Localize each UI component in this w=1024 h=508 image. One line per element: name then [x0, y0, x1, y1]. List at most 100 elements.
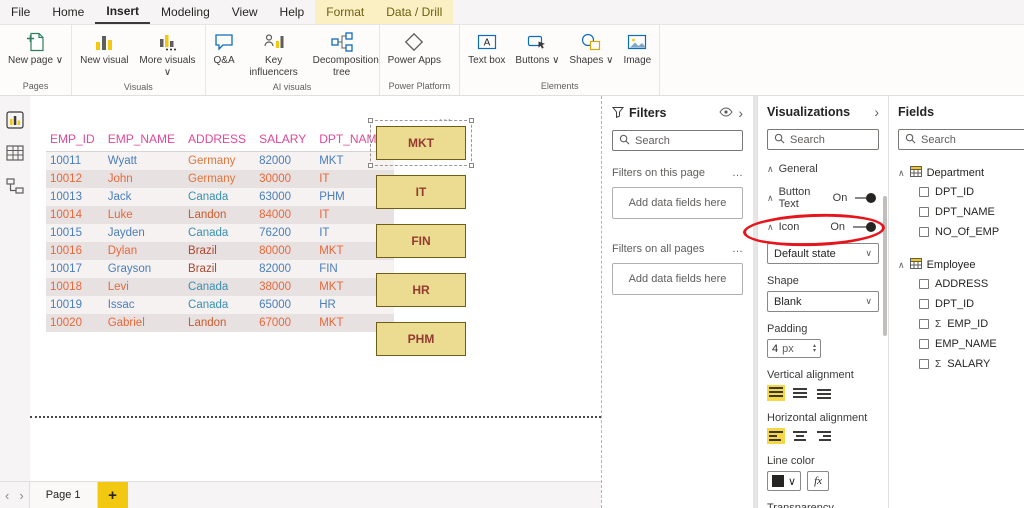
canvas-button-phm[interactable]: PHM: [376, 322, 466, 356]
fields-search-input[interactable]: [921, 133, 1024, 146]
ribbon-button-buttons[interactable]: Buttons ∨: [512, 29, 562, 69]
more-options-icon[interactable]: …: [732, 167, 743, 179]
ribbon-button-new-visual[interactable]: New visual: [77, 29, 131, 69]
add-fields-dropzone[interactable]: Add data fields here: [612, 187, 743, 219]
ribbon-button-decomposition-tree[interactable]: Decomposition tree: [310, 29, 379, 80]
add-fields-dropzone[interactable]: Add data fields here: [612, 263, 743, 295]
menu-tab-view[interactable]: View: [221, 0, 269, 24]
canvas-button-hr[interactable]: HR: [376, 273, 466, 307]
field-checkbox[interactable]: [919, 207, 929, 217]
padding-stepper[interactable]: 4 px ▴ ▾: [767, 339, 821, 358]
stepper-arrows-icon[interactable]: ▴ ▾: [813, 343, 816, 354]
ribbon-button-key-influencers[interactable]: Key influencers: [242, 29, 306, 80]
field-item-emp-id[interactable]: Σ EMP_ID: [898, 314, 1024, 334]
canvas-button-mkt[interactable]: MKT: [376, 126, 466, 160]
selection-handle[interactable]: [469, 118, 474, 123]
visualizations-search-input[interactable]: [790, 133, 872, 146]
field-item-salary[interactable]: Σ SALARY: [898, 354, 1024, 374]
button-visual-wrapper: HR: [376, 273, 466, 307]
menu-tab-format[interactable]: Format: [315, 0, 376, 24]
conditional-formatting-button[interactable]: fx: [807, 471, 830, 491]
canvas-button-fin[interactable]: FIN: [376, 224, 466, 258]
padding-label: Padding: [767, 323, 808, 335]
align-top-button[interactable]: [767, 385, 785, 401]
filters-search[interactable]: [612, 130, 743, 151]
report-view-icon[interactable]: [5, 110, 25, 130]
table-visual[interactable]: EMP_ID EMP_NAME ADDRESS SALARY DPT_NAME 10011…: [46, 130, 394, 332]
field-item-address[interactable]: ADDRESS: [898, 274, 1024, 294]
chevron-up-icon[interactable]: ∧: [898, 260, 905, 271]
menu-tab-file[interactable]: File: [0, 0, 41, 24]
menu-tab-home[interactable]: Home: [41, 0, 95, 24]
ribbon-button-shapes[interactable]: Shapes ∨: [566, 29, 616, 69]
eye-icon[interactable]: [719, 106, 733, 120]
ribbon-button-more-visuals[interactable]: More visuals ∨: [136, 29, 200, 80]
filters-search-input[interactable]: [635, 134, 736, 147]
ribbon-button-power-apps[interactable]: Power Apps: [385, 29, 444, 69]
align-bottom-button[interactable]: [815, 385, 833, 401]
ribbon-button-q-a[interactable]: Q&A: [211, 29, 238, 69]
table-cell: 10014: [50, 209, 82, 221]
chevron-up-icon[interactable]: ∧: [767, 193, 774, 204]
search-icon: [905, 133, 916, 147]
prev-page-icon[interactable]: ‹: [0, 482, 14, 508]
field-checkbox[interactable]: [919, 227, 929, 237]
chevron-up-icon[interactable]: ∧: [898, 168, 905, 179]
shape-dropdown[interactable]: Blank ∨: [767, 291, 879, 312]
visualizations-search[interactable]: [767, 129, 879, 150]
field-checkbox[interactable]: [919, 319, 929, 329]
selection-handle[interactable]: [368, 118, 373, 123]
field-checkbox[interactable]: [919, 359, 929, 369]
ribbon-button-text-box[interactable]: A Text box: [465, 29, 508, 69]
collapse-filters-icon[interactable]: ›: [738, 105, 743, 121]
field-table-department[interactable]: ∧ Department: [898, 164, 1024, 182]
page-tab[interactable]: Page 1: [28, 482, 98, 508]
align-center-button[interactable]: [791, 428, 809, 444]
align-right-button[interactable]: [815, 428, 833, 444]
ribbon-group-label: Pages: [22, 81, 49, 91]
menu-tab-help[interactable]: Help: [269, 0, 316, 24]
selection-handle[interactable]: [368, 163, 373, 168]
chevron-down-icon: ∨: [788, 475, 797, 488]
field-item-no-of-emp[interactable]: NO_Of_EMP: [898, 222, 1024, 242]
add-page-button[interactable]: +: [97, 482, 128, 508]
next-page-icon[interactable]: ›: [14, 482, 28, 508]
image-icon: [627, 31, 647, 53]
field-table-name: Department: [926, 167, 985, 179]
field-item-emp-name[interactable]: EMP_NAME: [898, 334, 1024, 354]
table-cell: Gabriel: [107, 317, 145, 329]
canvas-button-it[interactable]: IT: [376, 175, 466, 209]
field-checkbox[interactable]: [919, 339, 929, 349]
button-text-toggle[interactable]: [855, 193, 876, 203]
vertical-alignment-options: [767, 385, 879, 401]
chevron-up-icon[interactable]: ∧: [767, 222, 774, 233]
collapse-visualizations-icon[interactable]: ›: [874, 104, 879, 120]
ribbon-button-label: Q&A: [213, 55, 235, 66]
field-item-dpt-id[interactable]: DPT_ID: [898, 294, 1024, 314]
field-checkbox[interactable]: [919, 299, 929, 309]
model-view-icon[interactable]: [5, 176, 25, 196]
fields-search[interactable]: [898, 129, 1024, 150]
icon-toggle[interactable]: [853, 222, 876, 232]
general-section-row[interactable]: ∧ General: [767, 163, 879, 175]
menu-tab-data-drill[interactable]: Data / Drill: [375, 0, 454, 24]
field-checkbox[interactable]: [919, 187, 929, 197]
more-options-icon[interactable]: …: [438, 108, 453, 124]
menu-tab-modeling[interactable]: Modeling: [150, 0, 221, 24]
state-dropdown[interactable]: Default state ∨: [767, 243, 879, 264]
field-table-employee[interactable]: ∧ Employee: [898, 256, 1024, 274]
more-options-icon[interactable]: …: [732, 243, 743, 255]
report-canvas[interactable]: EMP_ID EMP_NAME ADDRESS SALARY DPT_NAME 10011…: [30, 96, 601, 481]
menu-tab-insert[interactable]: Insert: [95, 0, 151, 24]
align-left-button[interactable]: [767, 428, 785, 444]
ribbon-button-new-page[interactable]: New page ∨: [5, 29, 66, 69]
ribbon-button-image[interactable]: Image: [620, 29, 654, 69]
field-item-dpt-id[interactable]: DPT_ID: [898, 182, 1024, 202]
line-color-picker[interactable]: ∨: [767, 471, 802, 491]
align-middle-button[interactable]: [791, 385, 809, 401]
selection-handle[interactable]: [469, 163, 474, 168]
data-view-icon[interactable]: [5, 143, 25, 163]
field-item-dpt-name[interactable]: DPT_NAME: [898, 202, 1024, 222]
visualizations-scrollbar[interactable]: [883, 196, 887, 336]
field-checkbox[interactable]: [919, 279, 929, 289]
